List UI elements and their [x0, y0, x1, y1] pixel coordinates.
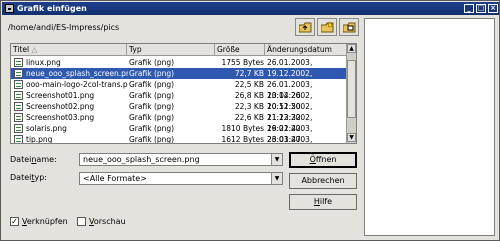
preview-label: Vorschau	[89, 217, 126, 226]
image-file-icon	[14, 113, 23, 122]
title-bar[interactable]: Grafik einfügen _ □ ×	[2, 2, 499, 15]
new-folder-icon	[321, 22, 334, 33]
file-size: 22,5 KB	[234, 80, 264, 89]
file-size: 22,3 KB	[234, 102, 264, 111]
file-size: 72,7 KB	[234, 69, 264, 78]
file-type: Grafik (png)	[129, 135, 175, 144]
file-type: Grafik (png)	[129, 69, 175, 78]
help-button[interactable]: Hilfe	[289, 194, 357, 210]
column-type[interactable]: Typ	[127, 44, 215, 56]
close-icon[interactable]: ×	[488, 4, 498, 13]
insert-graphic-dialog: Grafik einfügen _ □ × /home/andi/ES-Impr…	[0, 0, 500, 241]
file-name: neue_ooo_splash_screen.png	[26, 69, 128, 78]
filename-value: neue_ooo_splash_screen.png	[83, 155, 200, 164]
image-file-icon	[14, 124, 23, 133]
list-item-selected[interactable]: neue_ooo_splash_screen.png Grafik (png) …	[11, 68, 347, 89]
filename-combobox[interactable]: neue_ooo_splash_screen.png ▼	[79, 153, 283, 166]
image-file-icon	[14, 80, 23, 89]
filetype-value: <Alle Formate>	[83, 174, 147, 183]
file-name: ooo-main-logo-2col-trans.png	[26, 80, 128, 89]
file-type: Grafik (png)	[129, 91, 175, 100]
file-type: Grafik (png)	[129, 58, 175, 67]
folder-preview-button[interactable]	[339, 18, 359, 36]
file-size: 1612 Bytes	[221, 135, 264, 144]
file-size: 1755 Bytes	[221, 58, 264, 67]
link-checkbox[interactable]: ✓	[10, 217, 19, 226]
image-file-icon	[14, 135, 23, 143]
current-path: /home/andi/ES-Impress/pics	[8, 23, 120, 32]
list-item[interactable]: tip.png Grafik (png) 1612 Bytes 26.01.20…	[11, 134, 347, 144]
image-file-icon	[14, 91, 23, 100]
file-date: 26.01.2003, 23:04:38	[267, 135, 313, 144]
file-type: Grafik (png)	[129, 113, 175, 122]
list-item[interactable]: ooo-main-logo-2col-trans.png Grafik (png…	[11, 79, 347, 100]
file-name: solaris.png	[26, 124, 67, 133]
filetype-label: Dateityp:	[10, 173, 47, 182]
file-size: 26,8 KB	[234, 91, 264, 100]
folder-preview-icon	[343, 22, 356, 33]
list-item[interactable]: Screenshot02.png Grafik (png) 22,3 KB 10…	[11, 101, 347, 122]
open-button[interactable]: Öffnen	[289, 152, 357, 168]
file-name: tip.png	[26, 135, 53, 144]
window-title: Grafik einfügen	[17, 4, 87, 13]
file-list-scrollbar[interactable]: ▲ ▼	[346, 44, 356, 143]
file-size: 1810 Bytes	[221, 124, 264, 133]
list-item[interactable]: linux.png Grafik (png) 1755 Bytes 26.01.…	[11, 57, 347, 78]
file-type: Grafik (png)	[129, 102, 175, 111]
scroll-up-icon[interactable]: ▲	[347, 44, 356, 53]
file-size: 22,6 KB	[234, 113, 264, 122]
filename-label: Dateiname:	[10, 155, 57, 164]
file-name: Screenshot03.png	[26, 113, 95, 122]
column-title[interactable]: Titel △	[11, 44, 127, 56]
folder-up-button[interactable]	[295, 18, 315, 36]
file-name: Screenshot02.png	[26, 102, 95, 111]
file-name: linux.png	[26, 58, 61, 67]
link-label: Verknüpfen	[22, 217, 68, 226]
preview-pane	[364, 18, 495, 236]
scroll-down-icon[interactable]: ▼	[347, 133, 356, 142]
minimize-icon[interactable]: _	[464, 4, 474, 13]
column-modified[interactable]: Änderungsdatum	[265, 44, 347, 56]
list-item[interactable]: Screenshot01.png Grafik (png) 26,8 KB 10…	[11, 90, 347, 111]
image-file-icon	[14, 69, 23, 78]
file-type: Grafik (png)	[129, 80, 175, 89]
maximize-icon[interactable]: □	[476, 4, 486, 13]
filetype-select[interactable]: <Alle Formate> ▼	[79, 172, 283, 185]
list-item[interactable]: solaris.png Grafik (png) 1810 Bytes 26.0…	[11, 123, 347, 143]
column-size[interactable]: Größe	[215, 44, 265, 56]
list-item[interactable]: Screenshot03.png Grafik (png) 22,6 KB 11…	[11, 112, 347, 133]
chevron-down-icon[interactable]: ▼	[271, 154, 282, 165]
file-type: Grafik (png)	[129, 124, 175, 133]
scroll-thumb[interactable]	[347, 60, 356, 118]
window-menu-icon[interactable]	[5, 4, 14, 13]
preview-checkbox[interactable]	[77, 217, 86, 226]
file-name: Screenshot01.png	[26, 91, 95, 100]
cancel-button[interactable]: Abbrechen	[289, 173, 357, 189]
file-list[interactable]: Titel △ Typ Größe Änderungsdatum linux.p…	[10, 43, 357, 144]
image-file-icon	[14, 102, 23, 111]
file-list-header: Titel △ Typ Größe Änderungsdatum	[11, 44, 347, 56]
new-folder-button[interactable]	[317, 18, 337, 36]
sort-ascending-icon: △	[31, 45, 38, 54]
chevron-down-icon[interactable]: ▼	[271, 173, 282, 184]
folder-up-icon	[299, 22, 312, 33]
image-file-icon	[14, 58, 23, 67]
